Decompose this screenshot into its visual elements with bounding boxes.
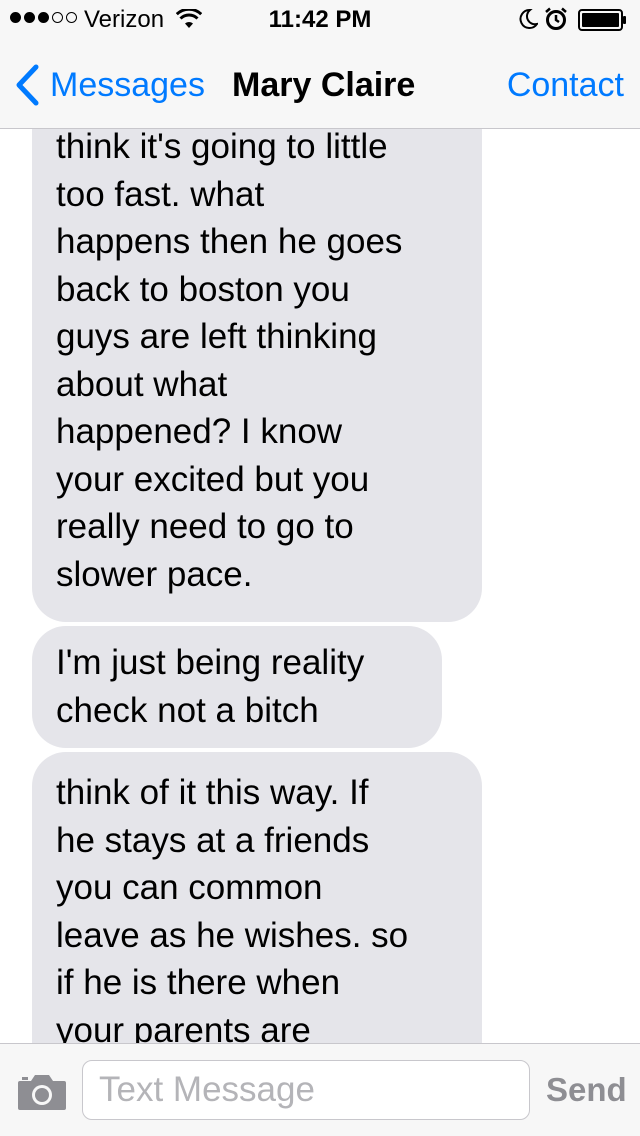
text-message-input[interactable] bbox=[82, 1060, 530, 1120]
message-line: leave as he wishes. so bbox=[56, 915, 409, 955]
message-line: you can common bbox=[56, 868, 323, 907]
status-bar: Verizon 11:42 PM bbox=[0, 0, 640, 40]
message-line: happened? I know bbox=[56, 412, 343, 451]
message-line: too fast. what bbox=[56, 174, 265, 214]
message-line: about what bbox=[56, 364, 228, 404]
camera-button[interactable] bbox=[16, 1072, 68, 1117]
message-input-bar: Send bbox=[0, 1043, 640, 1136]
contact-button[interactable]: Contact bbox=[507, 66, 624, 105]
message-line: if he is there when bbox=[56, 963, 341, 1002]
chevron-left-icon bbox=[16, 64, 39, 106]
message-line: guys are left thinking bbox=[56, 317, 378, 356]
back-button-label: Messages bbox=[50, 65, 205, 104]
message-line: back to boston you bbox=[56, 269, 350, 309]
message-line: your excited but you bbox=[56, 459, 370, 499]
alarm-icon bbox=[544, 7, 568, 38]
incoming-message-bubble[interactable]: I'm just being reality check not a bitch bbox=[32, 626, 442, 748]
incoming-message-bubble[interactable]: think it's going to little too fast. wha… bbox=[32, 129, 482, 622]
message-line: happens then he goes bbox=[56, 222, 403, 261]
message-line: think it's going to little bbox=[56, 129, 388, 166]
message-line: I'm just being reality bbox=[56, 643, 365, 682]
camera-icon bbox=[18, 1075, 66, 1110]
messages-screen: Verizon 11:42 PM Messages Mary Claire Co… bbox=[0, 0, 640, 1136]
incoming-message-bubble[interactable]: think of it this way. If he stays at a f… bbox=[32, 752, 482, 1043]
message-line: your parents are bbox=[56, 1010, 311, 1044]
navigation-bar: Messages Mary Claire Contact bbox=[0, 40, 640, 129]
battery-icon bbox=[578, 9, 628, 38]
conversation-title: Mary Claire bbox=[232, 66, 416, 104]
message-line: check not a bitch bbox=[56, 690, 319, 730]
message-line: slower pace. bbox=[56, 554, 253, 594]
message-line: really need to go to bbox=[56, 507, 354, 546]
send-button[interactable]: Send bbox=[546, 1071, 627, 1109]
message-list[interactable]: think it's going to little too fast. wha… bbox=[0, 129, 640, 1043]
message-line: think of it this way. If bbox=[56, 773, 369, 812]
back-button[interactable]: Messages bbox=[14, 64, 205, 106]
moon-icon bbox=[518, 8, 540, 37]
message-line: he stays at a friends bbox=[56, 820, 370, 860]
